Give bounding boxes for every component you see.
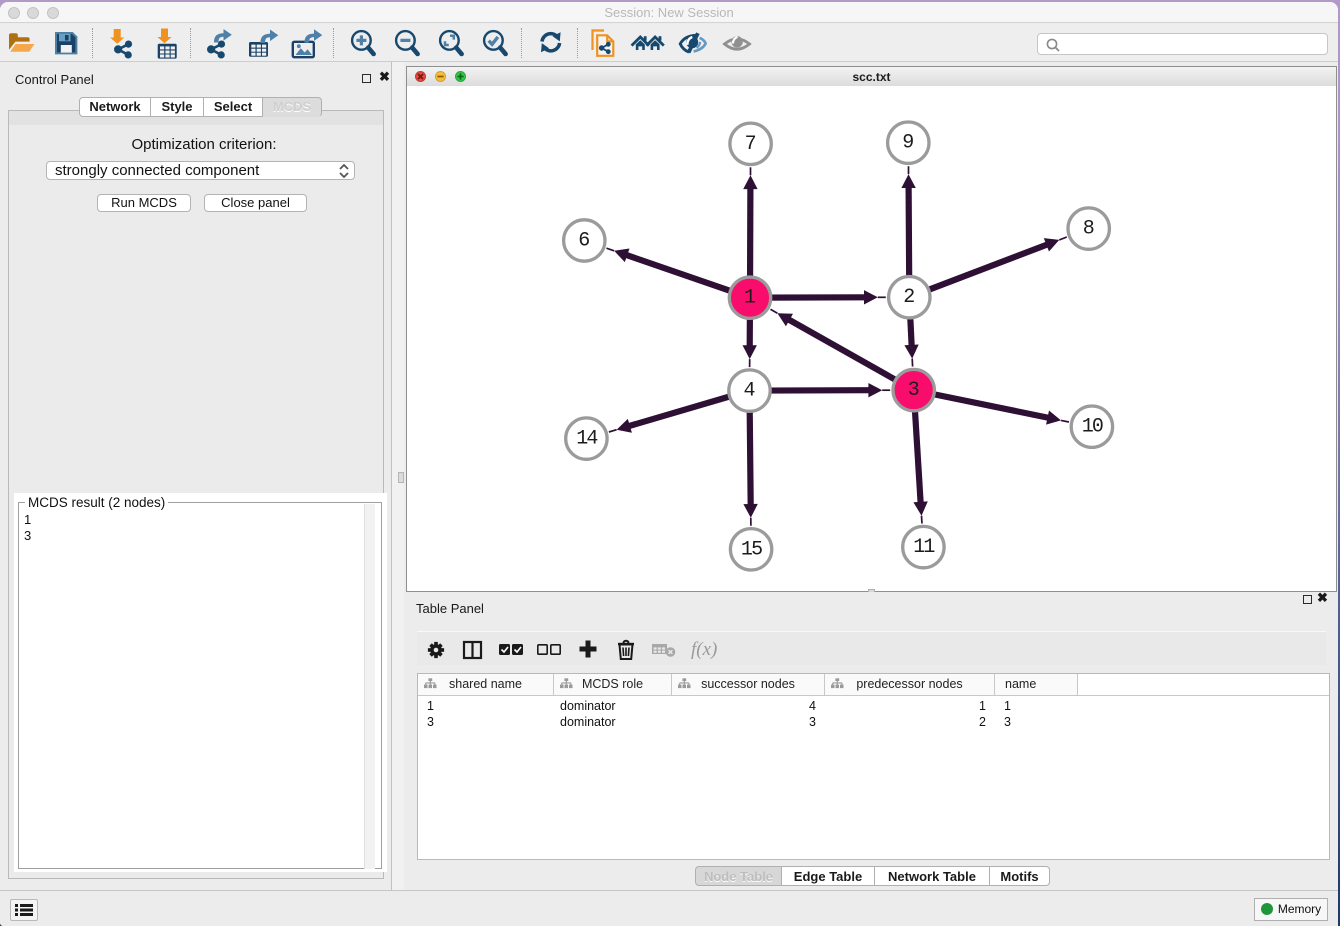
svg-text:8: 8: [1083, 218, 1095, 241]
svg-text:9: 9: [902, 132, 914, 155]
svg-text:11: 11: [913, 536, 935, 559]
svg-text:10: 10: [1082, 416, 1103, 439]
svg-text:f(x): f(x): [691, 639, 717, 660]
svg-text:1: 1: [744, 287, 756, 310]
svg-text:7: 7: [745, 133, 757, 156]
svg-text:3: 3: [908, 379, 920, 402]
svg-text:15: 15: [741, 538, 762, 561]
svg-text:2: 2: [903, 286, 915, 309]
svg-text:14: 14: [576, 428, 597, 451]
svg-text:6: 6: [578, 230, 590, 253]
svg-text:4: 4: [743, 380, 755, 403]
